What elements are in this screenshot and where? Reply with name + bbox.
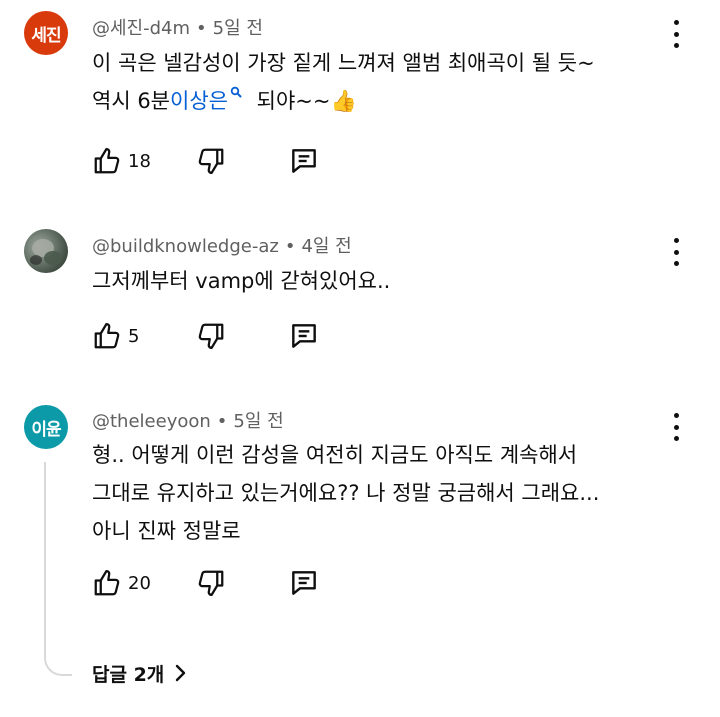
comment-line: 형.. 어떻게 이런 감성을 여전히 지금도 아직도 계속해서 — [92, 443, 578, 467]
comment-reply-icon — [292, 149, 316, 173]
more-vert-icon — [673, 238, 679, 243]
comment-text: 그저께부터 vamp에 갇혀있어요.. — [92, 262, 390, 300]
meta-separator: • — [216, 411, 228, 432]
reply-button[interactable] — [288, 320, 320, 352]
more-vert-icon — [673, 413, 679, 418]
comment-time[interactable]: 4일 전 — [301, 236, 351, 257]
avatar[interactable] — [24, 229, 68, 273]
dislike-button[interactable] — [196, 320, 226, 352]
more-vert-icon — [673, 20, 679, 25]
more-vert-dot — [673, 43, 679, 48]
thumbs-down-icon — [198, 148, 224, 174]
thumbs-down-icon — [198, 323, 224, 349]
reply-button[interactable] — [288, 567, 320, 599]
comment-time[interactable]: 5일 전 — [233, 411, 283, 432]
comment-text: 이 곡은 넬감성이 가장 짙게 느껴져 앨범 최애곡이 될 듯~ 역시 6분이상… — [92, 44, 595, 120]
comment-time[interactable]: 5일 전 — [213, 18, 263, 39]
comment-text: 형.. 어떻게 이런 감성을 여전히 지금도 아직도 계속해서 그대로 유지하고… — [92, 436, 599, 550]
avatar-initials: 세진 — [31, 25, 61, 46]
more-vert-dot — [673, 261, 679, 266]
like-button[interactable]: 18 — [92, 145, 151, 177]
comment-actions: 18 — [92, 145, 392, 177]
comment-line: 아니 진짜 정말로 — [92, 519, 241, 543]
comments-section: 세진 @세진-d4m • 5일 전 이 곡은 넬감성이 가장 짙게 느껴져 앨범 최… — [0, 0, 720, 717]
comment-meta: @theleeyoon • 5일 전 — [92, 407, 284, 433]
comment-line: 역시 6분이상은 되야~~👍 — [92, 82, 595, 120]
comment-line: 그대로 유지하고 있는거에요?? 나 정말 궁금해서 그래요... — [92, 481, 600, 505]
meta-separator: • — [284, 236, 296, 257]
comment-author[interactable]: @theleeyoon — [92, 411, 211, 432]
like-count: 5 — [128, 325, 140, 347]
view-replies-button[interactable]: 답글 2개 — [92, 658, 188, 688]
more-vert-dot — [673, 424, 679, 430]
more-vert-dot — [673, 31, 679, 37]
reply-button[interactable] — [288, 145, 320, 177]
comment-author[interactable]: @세진-d4m — [92, 18, 190, 39]
more-vert-dot — [673, 436, 679, 441]
reply-thread-line — [44, 462, 72, 676]
chevron-right-icon — [176, 664, 186, 682]
comment-more-button[interactable] — [666, 413, 686, 441]
thumbs-up-icon — [94, 323, 120, 349]
like-button[interactable]: 20 — [92, 567, 151, 599]
comment-meta: @세진-d4m • 5일 전 — [92, 14, 263, 40]
thumbs-up-icon — [94, 148, 120, 174]
comment-line: 그저께부터 vamp에 갇혀있어요.. — [92, 269, 391, 293]
comment-actions: 5 — [92, 320, 392, 352]
avatar-initials: 이윤 — [31, 419, 61, 440]
thumbs-up-icon — [94, 570, 120, 596]
comment-author[interactable]: @buildknowledge-az — [92, 236, 279, 257]
comment-more-button[interactable] — [666, 238, 686, 266]
more-vert-dot — [673, 249, 679, 255]
thumbs-up-emoji: 👍 — [330, 89, 357, 113]
comment-actions: 20 — [92, 567, 392, 599]
comment-text-segment: 되야~~ — [256, 89, 331, 113]
like-count: 18 — [128, 150, 151, 172]
comment-line: 이 곡은 넬감성이 가장 짙게 느껴져 앨범 최애곡이 될 듯~ — [92, 51, 595, 75]
avatar[interactable]: 이윤 — [24, 405, 68, 449]
thumbs-down-icon — [198, 570, 224, 596]
dislike-button[interactable] — [196, 567, 226, 599]
like-count: 20 — [128, 572, 151, 594]
comment-reply-icon — [292, 324, 316, 348]
comment-text-segment: 역시 6분 — [92, 89, 170, 113]
search-link[interactable]: 이상은 — [170, 89, 228, 113]
replies-label: 답글 2개 — [92, 663, 165, 686]
avatar-photo-shape — [30, 255, 42, 265]
avatar[interactable]: 세진 — [24, 11, 68, 55]
avatar-photo-shape — [44, 251, 62, 265]
search-icon[interactable] — [230, 86, 242, 98]
meta-separator: • — [196, 18, 207, 39]
comment-meta: @buildknowledge-az • 4일 전 — [92, 232, 352, 258]
comment-more-button[interactable] — [666, 20, 686, 48]
dislike-button[interactable] — [196, 145, 226, 177]
like-button[interactable]: 5 — [92, 320, 139, 352]
comment-reply-icon — [292, 571, 316, 595]
